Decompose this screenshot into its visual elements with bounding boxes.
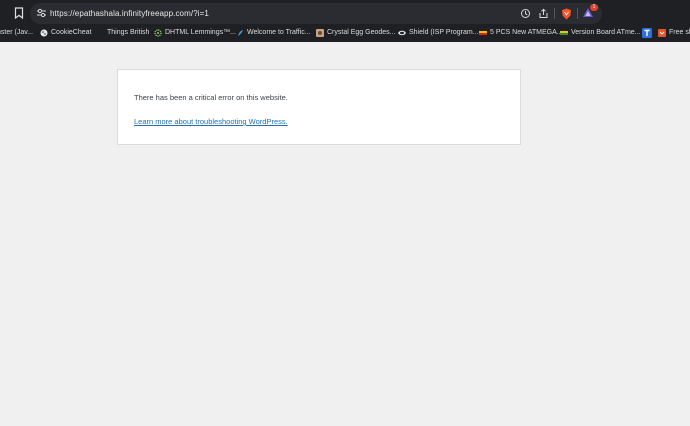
bookmark-item[interactable]: 5 PCS New ATMEGA... [479, 27, 563, 38]
error-message: There has been a critical error on this … [134, 93, 288, 102]
bookmark-item[interactable] [642, 27, 655, 38]
bookmark-label: nster (Jav... [0, 29, 34, 36]
address-row: https://epathashala.infinityfreeapp.com/… [0, 2, 690, 24]
browser-toolbar: https://epathashala.infinityfreeapp.com/… [0, 0, 690, 42]
brave-shields-icon[interactable] [559, 7, 573, 21]
history-icon[interactable] [518, 7, 532, 21]
bookmark-item[interactable]: nster (Jav... [0, 27, 33, 38]
bookmark-label: Shield (ISP Program... [409, 29, 479, 36]
bookmark-page-icon[interactable] [11, 5, 27, 21]
troubleshooting-link[interactable]: Learn more about troubleshooting WordPre… [134, 117, 288, 126]
gear-favicon-icon [154, 28, 162, 37]
bookmark-item[interactable]: DHTML Lemmings™... [154, 27, 236, 38]
bookmark-label: Things British [107, 29, 150, 36]
traffic-favicon-icon [236, 29, 244, 37]
share-icon[interactable] [536, 7, 550, 21]
bookmark-item[interactable]: Free sh [658, 27, 690, 38]
url-text[interactable]: https://epathashala.infinityfreeapp.com/… [50, 9, 209, 18]
toolbar-divider [554, 8, 555, 19]
bookmark-label: Free sh [669, 29, 690, 36]
t-favicon-icon [642, 27, 652, 38]
bookmark-label: CookieCheat [51, 29, 92, 36]
site-settings-icon[interactable] [35, 7, 47, 19]
bookmark-item[interactable]: Version Board ATme... [560, 27, 641, 38]
bookmark-item[interactable]: Crystal Egg Geodes... [316, 27, 395, 38]
geode-favicon-icon [316, 28, 324, 37]
bookmark-label: Welcome to Traffic... [247, 29, 311, 36]
bookmark-item[interactable]: Welcome to Traffic... [236, 27, 311, 38]
bookmarks-bar: nster (Jav... CookieCheat Things British… [0, 24, 690, 40]
brave-rewards-icon[interactable]: 1 [582, 3, 598, 21]
bookmark-label: DHTML Lemmings™... [165, 29, 236, 36]
bookmark-item[interactable]: CookieCheat [40, 27, 91, 38]
bookmark-label: 5 PCS New ATMEGA... [490, 29, 563, 36]
toolbar-divider [577, 8, 578, 19]
rewards-badge: 1 [590, 3, 598, 11]
address-bar[interactable]: https://epathashala.infinityfreeapp.com/… [30, 3, 602, 24]
chip-favicon-icon [398, 29, 406, 37]
bookmark-item[interactable]: Shield (ISP Program... [398, 27, 479, 38]
bookmark-item[interactable]: Things British [107, 27, 149, 38]
atmega-favicon-icon [479, 29, 487, 37]
shop-favicon-icon [658, 28, 666, 37]
address-bar-actions: 1 [518, 3, 602, 24]
error-message-box: There has been a critical error on this … [117, 69, 521, 145]
bookmark-label: Version Board ATme... [571, 29, 641, 36]
bookmark-label: Crystal Egg Geodes... [327, 29, 396, 36]
board-favicon-icon [560, 29, 568, 37]
cookie-favicon-icon [40, 29, 48, 37]
